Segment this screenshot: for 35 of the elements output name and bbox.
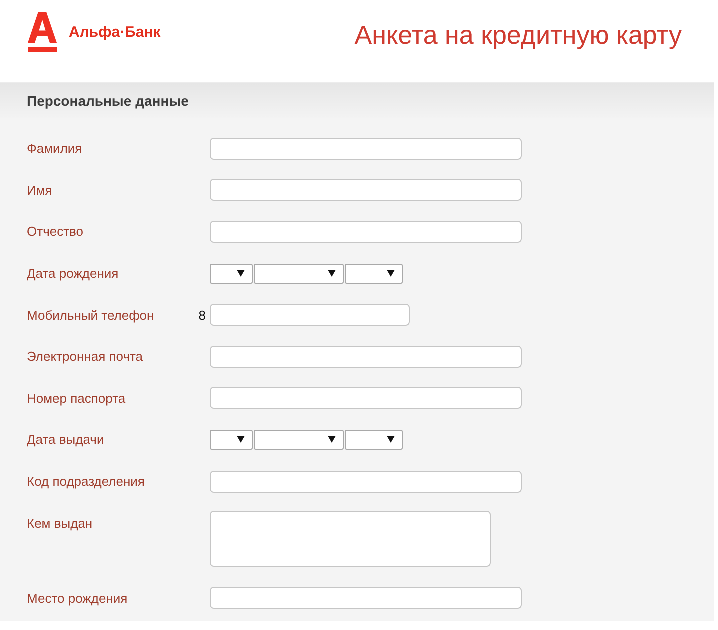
field-label: Мобильный телефон	[27, 308, 156, 323]
caret-icon	[328, 436, 336, 444]
input-field[interactable]	[210, 138, 522, 160]
field-label: Кем выдан	[27, 516, 94, 532]
input-field[interactable]	[210, 179, 522, 202]
phone-prefix: 8	[198, 308, 206, 323]
dropdown[interactable]	[345, 430, 403, 450]
logo-icon	[28, 12, 57, 52]
caret-icon	[237, 436, 245, 444]
input-field[interactable]	[210, 346, 522, 368]
field-label: Код подразделения	[27, 474, 146, 490]
field-label: Имя	[27, 182, 54, 198]
caret-icon	[387, 436, 395, 444]
input-field[interactable]	[210, 470, 522, 493]
input-field[interactable]	[210, 387, 522, 410]
caret-icon	[328, 270, 336, 278]
field-label: Место рождения	[27, 590, 129, 606]
field-label: Номер паспорта	[27, 390, 127, 406]
phone-field[interactable]	[210, 304, 410, 326]
field-label: Фамилия	[27, 141, 84, 156]
page-title: Анкета на кредитную карту	[354, 19, 682, 52]
section-title: Персональные данные	[27, 92, 189, 108]
input-field[interactable]	[210, 220, 522, 243]
bank-name: Альфа·Банк	[69, 24, 161, 42]
text-area-field[interactable]	[210, 511, 491, 568]
field-label: Дата выдачи	[27, 432, 106, 448]
input-field[interactable]	[210, 587, 522, 610]
field-label: Электронная почта	[27, 349, 144, 364]
field-label: Отчество	[27, 224, 85, 240]
dropdown[interactable]	[210, 430, 253, 450]
field-label: Дата рождения	[27, 266, 120, 282]
dropdown[interactable]	[210, 264, 253, 284]
caret-icon	[237, 270, 245, 278]
caret-icon	[387, 270, 395, 278]
dropdown[interactable]	[345, 264, 403, 284]
